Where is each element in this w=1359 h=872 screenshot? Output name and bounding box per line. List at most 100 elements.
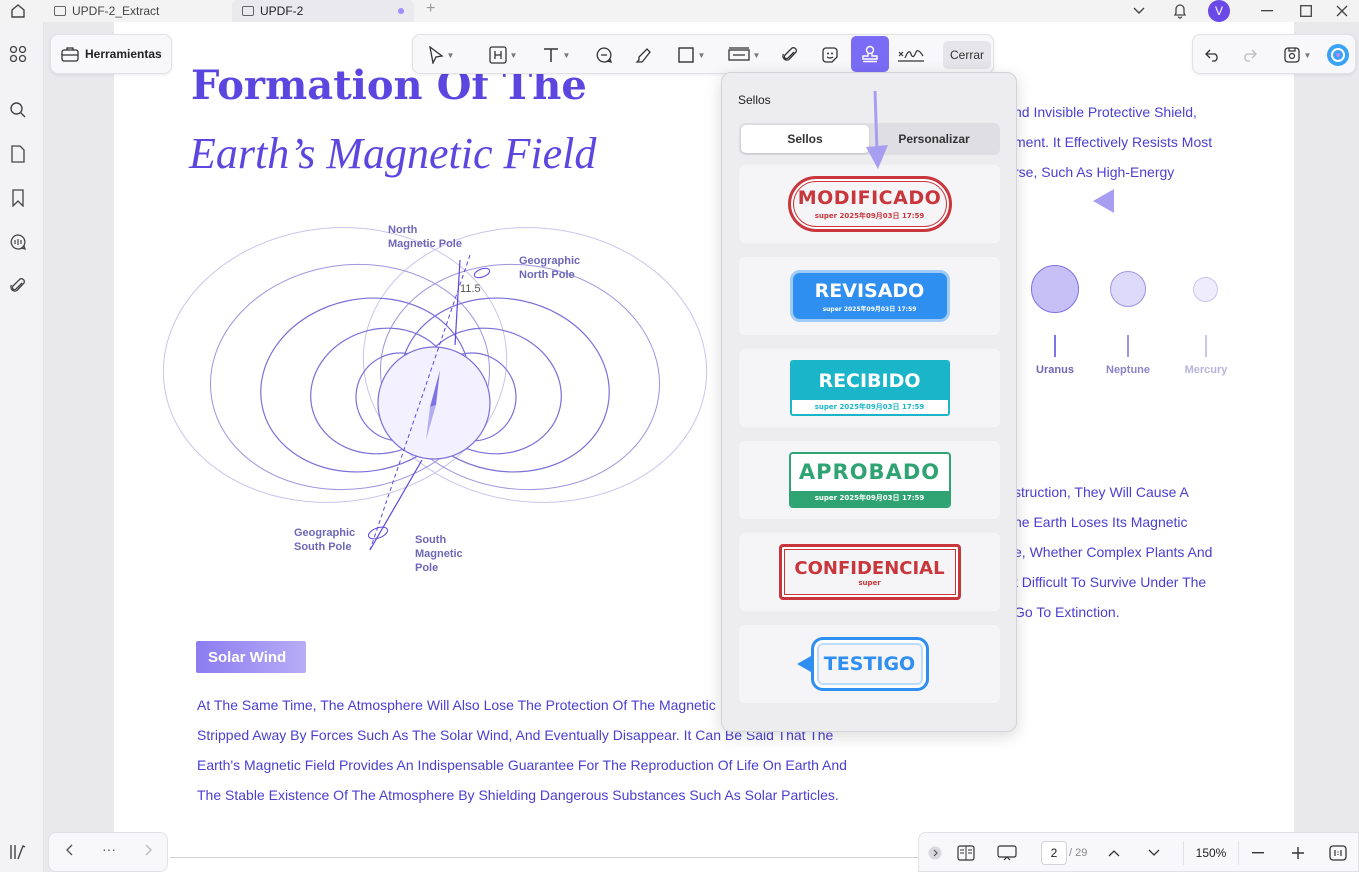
attachment-tool-button[interactable] [777,42,803,68]
zoom-level[interactable]: 150% [1183,841,1239,865]
right-text-line: nd Invisible Protective Shield, [1014,104,1197,120]
text-icon [543,48,558,62]
annotation-toolbar: ▼ ▼ ▼ ▼ ▼ Cerrar [412,34,994,74]
redo-button[interactable] [1237,42,1261,68]
stamp-testigo[interactable]: TESTIGO [739,625,1000,703]
stamps-popup-title: Sellos [738,93,771,107]
right-text-line: t Difficult To Survive Under The [1014,574,1207,590]
bookmark-icon[interactable] [8,188,28,208]
triangle-decoration-icon [1093,189,1114,213]
layers-icon[interactable] [8,842,28,862]
presentation-icon [997,845,1017,861]
comments-icon[interactable] [8,232,28,252]
presentation-button[interactable] [995,843,1019,863]
planet-label-uranus: Uranus [1036,364,1074,376]
left-sidebar [0,22,44,872]
north-magnetic-pole-label: North Magnetic Pole [388,224,462,250]
planet-neptune [1110,271,1146,307]
shape-tool-button[interactable]: ▼ [671,42,711,68]
pages-icon[interactable] [8,144,28,164]
next-page-button[interactable] [139,843,159,859]
tab-sellos[interactable]: Sellos [741,125,869,153]
ai-assistant-button[interactable] [1325,42,1351,68]
ai-assistant-icon [1327,44,1349,66]
stamp-subtitle: super [858,578,881,587]
signature-tool-button[interactable] [895,42,927,68]
tab-updf-2-extract[interactable]: UPDF-2_Extract [44,0,224,22]
toolbox-icon [61,47,79,62]
page-title-line-2: Earth’s Magnetic Field [189,129,597,178]
zoom-in-button[interactable] [1289,843,1307,863]
south-magnetic-pole-label: South Magnetic Pole [415,534,463,574]
document-icon [242,6,254,16]
previous-page-button[interactable] [59,843,79,859]
redo-icon [1244,49,1257,62]
search-icon[interactable] [8,100,28,120]
apps-grid-icon[interactable] [8,44,28,64]
page-down-button[interactable] [1145,843,1163,863]
fit-page-button[interactable] [1327,843,1349,863]
stamp-modificado[interactable]: MODIFICADO super 2025年09月03日 17:59 [739,165,1000,243]
paragraph-line: At The Same Time, The Atmosphere Will Al… [197,697,716,713]
text-tool-button[interactable]: ▼ [535,42,577,68]
text-box-tool-button[interactable]: ▼ [483,42,523,68]
save-icon [1283,47,1300,63]
planet-marker [1054,335,1056,357]
collapse-bar-button[interactable] [927,843,943,863]
stamp-name: CONFIDENCIAL [794,557,945,579]
select-tool-button[interactable]: ▼ [421,42,461,68]
minimize-icon[interactable] [1252,0,1282,22]
chevron-left-icon [66,844,73,856]
stamp-subtitle: super 2025年09月03日 17:59 [822,305,917,313]
page-up-button[interactable] [1105,843,1123,863]
cerrar-button[interactable]: Cerrar [943,41,991,69]
stamp-subtitle: super 2025年09月03日 17:59 [814,212,925,220]
sticker-icon [822,47,838,63]
stamp-confidencial[interactable]: CONFIDENCIAL super [739,533,1000,611]
chevron-down-icon[interactable] [1124,0,1154,22]
unsaved-dot-icon [398,8,404,14]
stamp-revisado[interactable]: REVISADO super 2025年09月03日 17:59 [739,257,1000,335]
comment-icon [596,47,613,63]
close-icon[interactable] [1327,0,1357,22]
herramientas-button[interactable]: Herramientas [50,34,172,74]
solar-wind-badge: Solar Wind [196,641,306,673]
right-text-line: he Earth Loses Its Magnetic [1014,514,1188,530]
stamp-recibido[interactable]: RECIBIDO super 2025年09月03日 17:59 [739,349,1000,427]
save-button[interactable]: ▼ [1277,42,1317,68]
tab-updf-2[interactable]: UPDF-2 [232,0,414,22]
magnetic-field-diagram: North Magnetic Pole Geographic North Pol… [160,215,720,590]
title-bar: UPDF-2_Extract UPDF-2 + V [0,0,1359,22]
stamp-name: MODIFICADO [797,187,942,209]
home-icon[interactable] [8,2,28,20]
avatar[interactable]: V [1208,0,1230,22]
stamp-revisado-graphic: REVISADO super 2025年09月03日 17:59 [789,270,950,322]
page-layout-button[interactable] [955,843,977,863]
highlight-tool-button[interactable] [631,42,657,68]
stamp-aprobado[interactable]: APROBADO super 2025年09月03日 17:59 [739,441,1000,519]
undo-button[interactable] [1201,42,1225,68]
page-nav-bar: ··· [48,832,168,872]
textbox-line-tool-button[interactable]: ▼ [723,42,765,68]
new-tab-button[interactable]: + [426,0,435,18]
zoom-out-button[interactable] [1249,843,1267,863]
more-options-button[interactable]: ··· [99,841,119,857]
stamp-subtitle: super 2025年09月03日 17:59 [790,490,949,506]
bell-icon[interactable] [1165,0,1195,22]
attachment-icon[interactable] [8,276,28,296]
sticker-tool-button[interactable] [817,42,843,68]
horizontal-scrollbar[interactable] [170,857,918,858]
planet-marker [1205,335,1207,357]
rectangle-icon [677,47,694,63]
comment-tool-button[interactable] [591,42,617,68]
stamp-confidencial-graphic: CONFIDENCIAL super [778,544,961,600]
right-text-line: e, Whether Complex Plants And [1014,544,1213,560]
text-box-icon [488,46,507,64]
stamps-popup: Sellos Sellos Personalizar MODIFICADO su… [721,72,1017,732]
current-page-input[interactable]: 2 [1041,841,1067,865]
maximize-icon[interactable] [1291,0,1321,22]
stamp-tool-button[interactable] [851,36,889,72]
stamp-recibido-graphic: RECIBIDO super 2025年09月03日 17:59 [789,360,950,416]
down-arrow-indicator-icon [866,90,888,169]
stamp-modificado-graphic: MODIFICADO super 2025年09月03日 17:59 [787,176,952,232]
